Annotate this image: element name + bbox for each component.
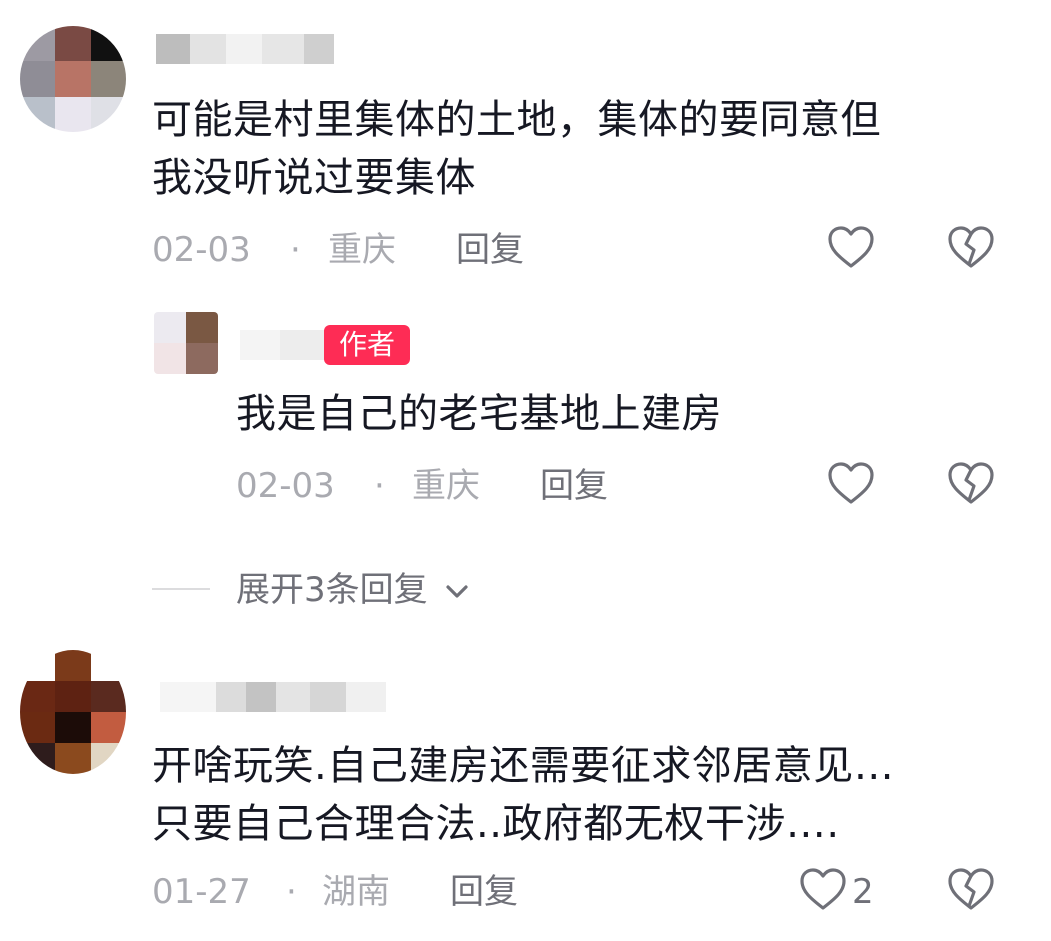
- expand-replies-label: 展开3条回复: [236, 570, 428, 610]
- avatar[interactable]: [154, 312, 218, 374]
- comment-location: 湖南: [322, 872, 390, 912]
- reply-location: 重庆: [412, 466, 480, 506]
- avatar[interactable]: [20, 650, 126, 774]
- heart-outline-icon[interactable]: [798, 866, 848, 912]
- comment-date: 01-27: [152, 872, 251, 912]
- reply-button[interactable]: 回复: [456, 230, 524, 270]
- expand-divider: [152, 588, 210, 590]
- like-count: 2: [852, 872, 874, 912]
- username[interactable]: [156, 34, 334, 64]
- username[interactable]: [240, 330, 326, 360]
- broken-heart-icon[interactable]: [946, 460, 996, 506]
- heart-outline-icon[interactable]: [826, 460, 876, 506]
- comment-date: 02-03: [152, 230, 251, 270]
- comment-location: 重庆: [328, 230, 396, 270]
- reply-button[interactable]: 回复: [450, 872, 518, 912]
- meta-separator: ·: [286, 872, 297, 912]
- avatar[interactable]: [20, 26, 126, 132]
- meta-separator: ·: [290, 230, 301, 270]
- broken-heart-icon[interactable]: [946, 224, 996, 270]
- reply-date: 02-03: [236, 466, 335, 506]
- reply-text: 我是自己的老宅基地上建房: [236, 391, 722, 437]
- broken-heart-icon[interactable]: [946, 866, 996, 912]
- comment-text: 只要自己合理合法..政府都无权干涉….: [152, 801, 840, 847]
- author-badge: 作者: [324, 325, 410, 365]
- chevron-down-icon: [446, 584, 469, 598]
- meta-separator: ·: [374, 466, 385, 506]
- comment-text: 开啥玩笑.自己建房还需要征求邻居意见…: [152, 743, 895, 789]
- username[interactable]: [160, 682, 386, 712]
- expand-replies-button[interactable]: 展开3条回复: [236, 570, 472, 610]
- comment-text: 我没听说过要集体: [152, 155, 476, 201]
- comment-text: 可能是村里集体的土地，集体的要同意但: [152, 97, 881, 143]
- heart-outline-icon[interactable]: [826, 224, 876, 270]
- reply-button[interactable]: 回复: [540, 466, 608, 506]
